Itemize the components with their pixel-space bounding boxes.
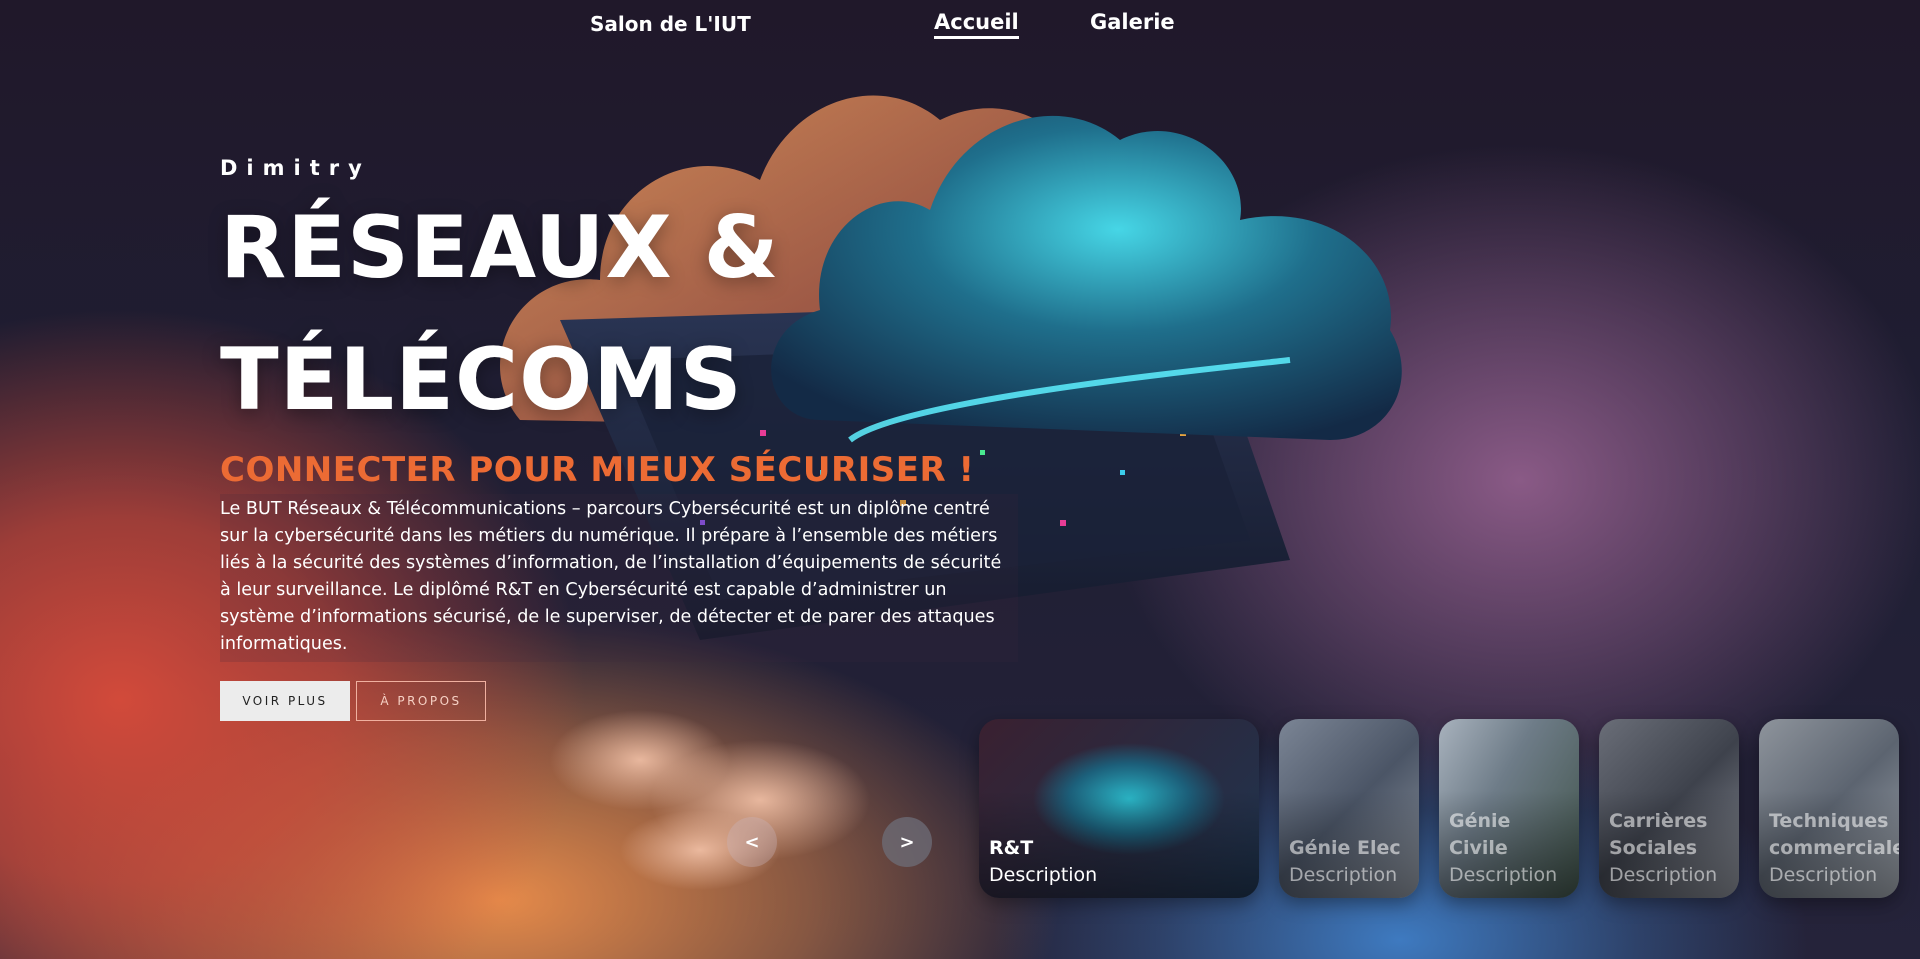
card-genie-civile[interactable]: Génie Civile Description	[1439, 719, 1579, 898]
nav-link-galerie[interactable]: Galerie	[1090, 10, 1175, 34]
card-description: Description	[1609, 864, 1718, 886]
card-description: Description	[1449, 864, 1558, 886]
site-brand[interactable]: Salon de L'IUT	[590, 12, 751, 36]
carousel-prev-button[interactable]: <	[727, 817, 777, 867]
hero-title-line-2: TÉLÉCOMS	[220, 330, 743, 430]
card-carrieres-sociales[interactable]: Carrières Sociales Description	[1599, 719, 1739, 898]
card-title: Carrières Sociales	[1609, 810, 1708, 859]
card-title: Génie Elec	[1289, 837, 1401, 859]
author-name: Dimitry	[220, 156, 371, 180]
card-title: Génie Civile	[1449, 810, 1511, 859]
top-navigation: Salon de L'IUT Accueil Galerie	[0, 0, 1920, 48]
card-description: Description	[989, 864, 1098, 886]
hero-tagline: CONNECTER POUR MIEUX SÉCURISER !	[220, 450, 975, 490]
card-genie-elec[interactable]: Génie Elec Description	[1279, 719, 1419, 898]
card-techniques-commerciales[interactable]: Techniques commerciales Description	[1759, 719, 1899, 898]
hero-title-line-1: RÉSEAUX &	[220, 198, 780, 298]
card-rt[interactable]: R&T Description	[979, 719, 1259, 898]
hero-section: Dimitry RÉSEAUX & TÉLÉCOMS CONNECTER POU…	[220, 156, 1020, 721]
card-description: Description	[1289, 864, 1398, 886]
hero-buttons: VOIR PLUS À PROPOS	[220, 681, 1020, 721]
card-title: R&T	[989, 837, 1034, 859]
card-description: Description	[1769, 864, 1878, 886]
carousel-next-button[interactable]: >	[882, 817, 932, 867]
card-title: Techniques commerciales	[1769, 810, 1899, 859]
voir-plus-button[interactable]: VOIR PLUS	[220, 681, 350, 721]
hero-description: Le BUT Réseaux & Télécommunications – pa…	[220, 494, 1018, 662]
a-propos-button[interactable]: À PROPOS	[356, 681, 486, 721]
nav-link-accueil[interactable]: Accueil	[934, 10, 1019, 39]
